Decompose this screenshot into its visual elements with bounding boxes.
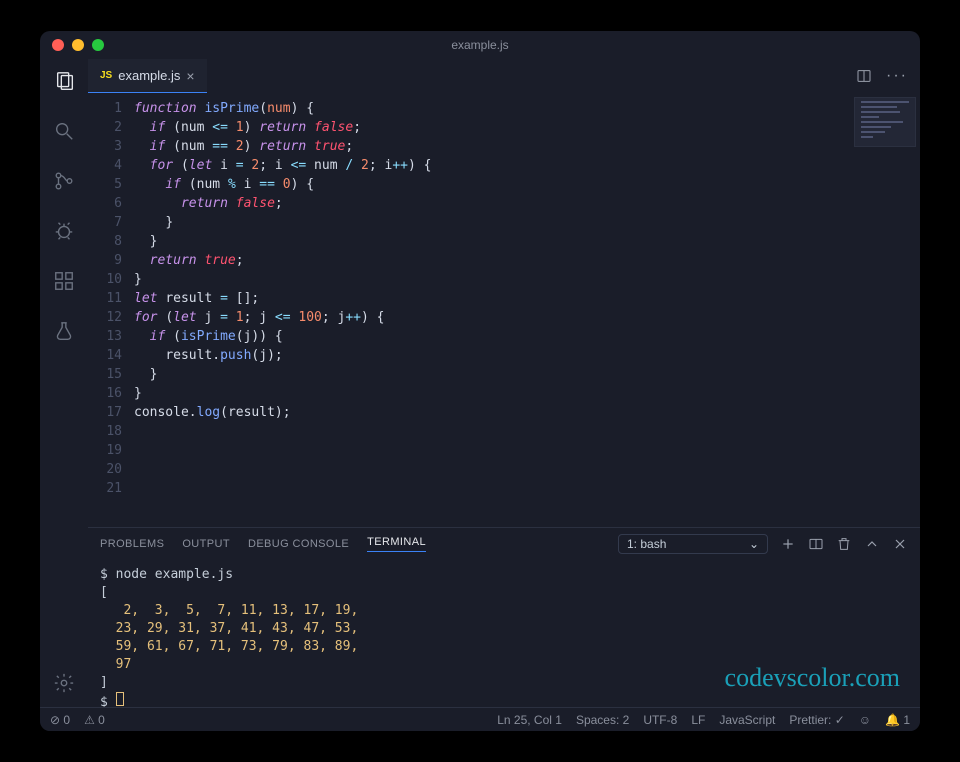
minimap[interactable] — [854, 97, 916, 147]
split-terminal-icon[interactable] — [808, 536, 824, 552]
testing-icon[interactable] — [50, 317, 78, 345]
source-control-icon[interactable] — [50, 167, 78, 195]
chevron-up-icon[interactable] — [864, 536, 880, 552]
main-area: JS example.js × ··· 12345678910111213141… — [88, 59, 920, 707]
tab-actions: ··· — [856, 59, 920, 93]
status-bar: ⊘ 0 ⚠ 0 Ln 25, Col 1 Spaces: 2 UTF-8 LF … — [40, 707, 920, 731]
more-actions-icon[interactable]: ··· — [886, 67, 908, 85]
watermark: codevscolor.com — [725, 663, 900, 693]
status-notifications[interactable]: 🔔 1 — [885, 713, 910, 727]
panel-tab-terminal[interactable]: TERMINAL — [367, 536, 426, 552]
panel-tab-output[interactable]: OUTPUT — [182, 538, 230, 550]
panel-tabs: PROBLEMS OUTPUT DEBUG CONSOLE TERMINAL 1… — [88, 528, 920, 560]
activity-bar — [40, 59, 88, 707]
search-icon[interactable] — [50, 117, 78, 145]
status-errors[interactable]: ⊘ 0 — [50, 713, 70, 727]
panel-tab-problems[interactable]: PROBLEMS — [100, 538, 164, 550]
status-eol[interactable]: LF — [691, 713, 705, 727]
status-spaces[interactable]: Spaces: 2 — [576, 713, 629, 727]
status-warnings[interactable]: ⚠ 0 — [84, 713, 105, 727]
editor[interactable]: 123456789101112131415161718192021 functi… — [88, 93, 920, 527]
js-file-icon: JS — [100, 70, 112, 81]
code-area[interactable]: function isPrime(num) { if (num <= 1) re… — [134, 93, 920, 527]
status-prettier[interactable]: Prettier: ✓ — [789, 713, 844, 727]
line-gutter: 123456789101112131415161718192021 — [88, 93, 134, 527]
status-encoding[interactable]: UTF-8 — [643, 713, 677, 727]
explorer-icon[interactable] — [50, 67, 78, 95]
editor-tabs: JS example.js × ··· — [88, 59, 920, 93]
status-feedback-icon[interactable]: ☺ — [859, 713, 871, 727]
status-position[interactable]: Ln 25, Col 1 — [497, 713, 562, 727]
panel-tab-debug-console[interactable]: DEBUG CONSOLE — [248, 538, 349, 550]
status-language[interactable]: JavaScript — [719, 713, 775, 727]
terminal-select-label: 1: bash — [627, 537, 666, 551]
tab-label: example.js — [118, 68, 180, 83]
split-editor-icon[interactable] — [856, 68, 872, 84]
new-terminal-icon[interactable] — [780, 536, 796, 552]
window-title: example.js — [40, 38, 920, 52]
tab-example-js[interactable]: JS example.js × — [88, 59, 207, 93]
close-panel-icon[interactable] — [892, 536, 908, 552]
trash-icon[interactable] — [836, 536, 852, 552]
terminal-select[interactable]: 1: bash ⌄ — [618, 534, 768, 554]
close-tab-icon[interactable]: × — [186, 68, 194, 84]
chevron-down-icon: ⌄ — [749, 537, 759, 551]
body: JS example.js × ··· 12345678910111213141… — [40, 59, 920, 707]
window: example.js — [40, 31, 920, 731]
settings-icon[interactable] — [50, 669, 78, 697]
extensions-icon[interactable] — [50, 267, 78, 295]
debug-icon[interactable] — [50, 217, 78, 245]
titlebar: example.js — [40, 31, 920, 59]
